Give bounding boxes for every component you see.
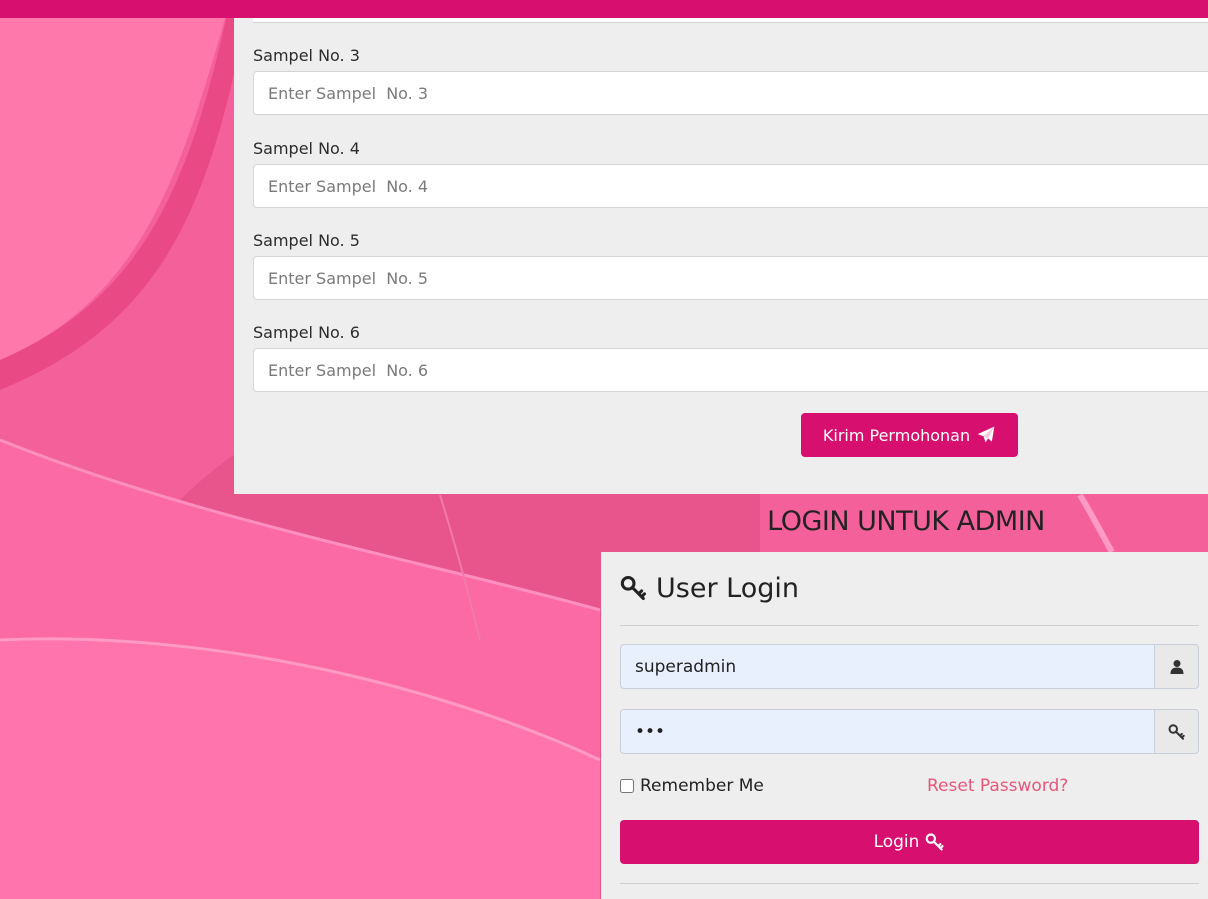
admin-login-heading: LOGIN UNTUK ADMIN	[767, 506, 1045, 537]
top-navbar	[0, 0, 1208, 18]
sample-3-label: Sampel No. 3	[253, 46, 360, 65]
login-button-label: Login	[873, 832, 920, 852]
password-group	[620, 709, 1199, 754]
reset-password-link[interactable]: Reset Password?	[927, 776, 1068, 796]
remember-me-label: Remember Me	[640, 776, 764, 796]
remember-me[interactable]: Remember Me	[620, 776, 764, 796]
sample-5-input[interactable]	[253, 256, 1208, 300]
username-input[interactable]	[620, 644, 1154, 689]
sample-6-label: Sampel No. 6	[253, 323, 360, 342]
sample-5-label: Sampel No. 5	[253, 231, 360, 250]
divider	[620, 625, 1199, 626]
login-title-text: User Login	[656, 572, 799, 604]
sample-3-input[interactable]	[253, 71, 1208, 115]
username-group	[620, 644, 1199, 689]
key-icon	[1154, 709, 1199, 754]
key-icon	[620, 575, 647, 601]
user-icon	[1154, 644, 1199, 689]
sample-request-form: Sampel No. 3 Sampel No. 4 Sampel No. 5 S…	[234, 18, 1208, 494]
key-icon	[926, 833, 945, 851]
user-login-panel: User Login Remember Me Reset Password? L…	[601, 552, 1208, 899]
password-input[interactable]	[620, 709, 1154, 754]
submit-request-label: Kirim Permohonan	[822, 425, 971, 445]
submit-request-button[interactable]: Kirim Permohonan	[801, 413, 1018, 457]
login-button[interactable]: Login	[620, 820, 1199, 864]
sample-4-label: Sampel No. 4	[253, 139, 360, 158]
previous-input-edge	[253, 18, 1208, 23]
paper-plane-icon	[977, 426, 995, 443]
sample-6-input[interactable]	[253, 348, 1208, 392]
remember-me-checkbox[interactable]	[620, 779, 634, 793]
sample-4-input[interactable]	[253, 164, 1208, 208]
divider	[620, 883, 1199, 884]
login-title: User Login	[620, 570, 799, 606]
